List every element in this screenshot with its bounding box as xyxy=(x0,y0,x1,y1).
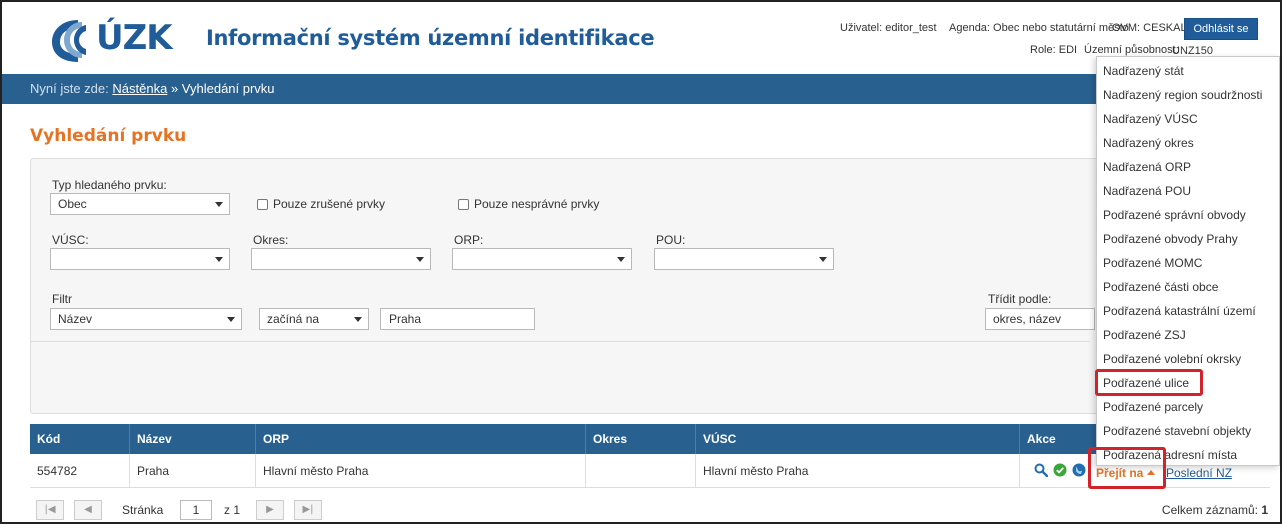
goto-label: Přejít na xyxy=(1096,466,1144,480)
menu-item-nadrazena-pou[interactable]: Nadřazená POU xyxy=(1097,179,1279,203)
menu-item-nadrazeny-okres[interactable]: Nadřazený okres xyxy=(1097,131,1279,155)
chevron-down-icon xyxy=(215,202,223,207)
globe-icon[interactable] xyxy=(1072,463,1086,477)
pager-page-input[interactable]: 1 xyxy=(180,500,212,520)
orp-select[interactable] xyxy=(452,248,632,270)
pager-prev-icon[interactable]: ◀ xyxy=(74,500,102,520)
cell-okres xyxy=(586,454,696,488)
total-records: Celkem záznamů: 1 xyxy=(1162,503,1268,517)
vusc-select[interactable] xyxy=(50,248,230,270)
menu-item-parcely[interactable]: Podřazené parcely xyxy=(1097,395,1279,419)
menu-item-nadrazena-orp[interactable]: Nadřazená ORP xyxy=(1097,155,1279,179)
cuzk-logo-mark-icon xyxy=(52,20,86,62)
goto-dropdown-menu: Nadřazený stát Nadřazený region soudržno… xyxy=(1096,56,1280,466)
vusc-label: VÚSC: xyxy=(52,233,89,247)
filter-text-input[interactable]: Praha xyxy=(380,308,535,330)
menu-item-spravni-obvody[interactable]: Podřazené správní obvody xyxy=(1097,203,1279,227)
pager-next-icon[interactable]: ▶ xyxy=(256,500,284,520)
column-header-kod[interactable]: Kód xyxy=(30,424,130,454)
role-label: Role: EDI xyxy=(1030,44,1078,56)
results-table-header: Kód Název ORP Okres VÚSC Akce xyxy=(30,424,1270,454)
total-label: Celkem záznamů: xyxy=(1161,503,1258,517)
type-select[interactable]: Obec xyxy=(50,193,230,215)
cuzk-logo[interactable]: ÚZK xyxy=(48,16,188,64)
chevron-down-icon xyxy=(819,257,827,262)
pou-label: POU: xyxy=(656,233,686,247)
cell-orp: Hlavní město Praha xyxy=(256,454,586,488)
menu-item-katastralni-uzemi[interactable]: Podřazená katastrální území xyxy=(1097,299,1279,323)
filter-operator-select[interactable]: začíná na xyxy=(259,308,369,330)
chevron-down-icon xyxy=(215,257,223,262)
cell-vusc: Hlavní město Praha xyxy=(696,454,1020,488)
pou-select[interactable] xyxy=(654,248,834,270)
column-header-vusc[interactable]: VÚSC xyxy=(696,424,1020,454)
column-header-orp[interactable]: ORP xyxy=(256,424,586,454)
menu-item-obvody-prahy[interactable]: Podřazené obvody Prahy xyxy=(1097,227,1279,251)
pager-first-icon[interactable]: |◀ xyxy=(36,500,64,520)
sort-select[interactable]: okres, název xyxy=(985,308,1095,330)
menu-item-nadrazeny-region[interactable]: Nadřazený region soudržnosti xyxy=(1097,83,1279,107)
caret-up-icon xyxy=(1147,470,1156,475)
filter-label: Filtr xyxy=(52,292,72,306)
total-value: 1 xyxy=(1261,503,1268,517)
sort-select-value: okres, název xyxy=(993,312,1062,326)
filter-field-select[interactable]: Název xyxy=(50,308,242,330)
pager-page-label: Stránka xyxy=(122,503,164,517)
pager-last-icon[interactable]: ▶| xyxy=(294,500,322,520)
type-select-value: Obec xyxy=(58,197,87,211)
filter-operator-value: začíná na xyxy=(267,312,320,326)
chevron-down-icon xyxy=(354,317,362,322)
search-icon[interactable] xyxy=(1034,463,1048,477)
last-nz-link[interactable]: Poslední NZ xyxy=(1166,466,1232,480)
type-label: Typ hledaného prvku: xyxy=(52,178,167,192)
sort-label: Třídit podle: xyxy=(988,292,1052,306)
breadcrumb-home-link[interactable]: Nástěnka xyxy=(112,81,167,96)
menu-item-volebni-okrsky[interactable]: Podřazené volební okrsky xyxy=(1097,347,1279,371)
only-cancelled-label: Pouze zrušené prvky xyxy=(273,197,386,211)
agenda-label: Agenda: Obec nebo statutární město xyxy=(949,22,1129,34)
logo-text: ÚZK xyxy=(96,18,173,58)
breadcrumb-separator: » xyxy=(170,81,179,96)
menu-item-nadrazeny-stat[interactable]: Nadřazený stát xyxy=(1097,59,1279,83)
pager-of-label: z 1 xyxy=(224,503,241,517)
menu-item-nadrazeny-vusc[interactable]: Nadřazený VÚSC xyxy=(1097,107,1279,131)
page-title: Vyhledání prvku xyxy=(30,126,187,146)
column-header-nazev[interactable]: Název xyxy=(130,424,256,454)
only-cancelled-checkbox[interactable] xyxy=(257,199,268,210)
ok-check-icon[interactable] xyxy=(1053,463,1067,477)
orp-label: ORP: xyxy=(454,233,484,247)
chevron-down-icon xyxy=(227,317,235,322)
chevron-down-icon xyxy=(416,257,424,262)
menu-item-stavebni-objekty[interactable]: Podřazené stavební objekty xyxy=(1097,419,1279,443)
menu-item-momc[interactable]: Podřazené MOMC xyxy=(1097,251,1279,275)
menu-item-casti-obce[interactable]: Podřazené části obce xyxy=(1097,275,1279,299)
app-header: ÚZK Informační systém územní identifikac… xyxy=(2,2,1280,74)
filter-field-value: Název xyxy=(58,312,93,326)
only-incorrect-label: Pouze nesprávné prvky xyxy=(474,197,600,211)
breadcrumb-lead: Nyní jste zde: xyxy=(30,81,109,96)
breadcrumb: Nyní jste zde: Nástěnka » Vyhledání prvk… xyxy=(2,74,1280,104)
app-title: Informační systém územní identifikace xyxy=(206,26,655,50)
menu-item-zsj[interactable]: Podřazené ZSJ xyxy=(1097,323,1279,347)
chevron-down-icon xyxy=(617,257,625,262)
cell-kod: 554782 xyxy=(30,454,130,488)
filter-divider xyxy=(30,341,1090,342)
only-incorrect-checkbox[interactable] xyxy=(458,199,469,210)
user-label: Uživatel: editor_test xyxy=(840,22,937,34)
menu-item-adresni-mista[interactable]: Podřazená adresní místa xyxy=(1097,443,1279,467)
menu-item-ulice[interactable]: Podřazené ulice xyxy=(1097,371,1279,395)
column-header-okres[interactable]: Okres xyxy=(586,424,696,454)
logout-button[interactable]: Odhlásit se xyxy=(1184,18,1258,40)
goto-menu-button[interactable]: Přejít na xyxy=(1096,466,1156,480)
breadcrumb-current: Vyhledání prvku xyxy=(181,81,275,96)
cell-nazev: Praha xyxy=(130,454,256,488)
okres-select[interactable] xyxy=(251,248,431,270)
okres-label: Okres: xyxy=(253,233,289,247)
